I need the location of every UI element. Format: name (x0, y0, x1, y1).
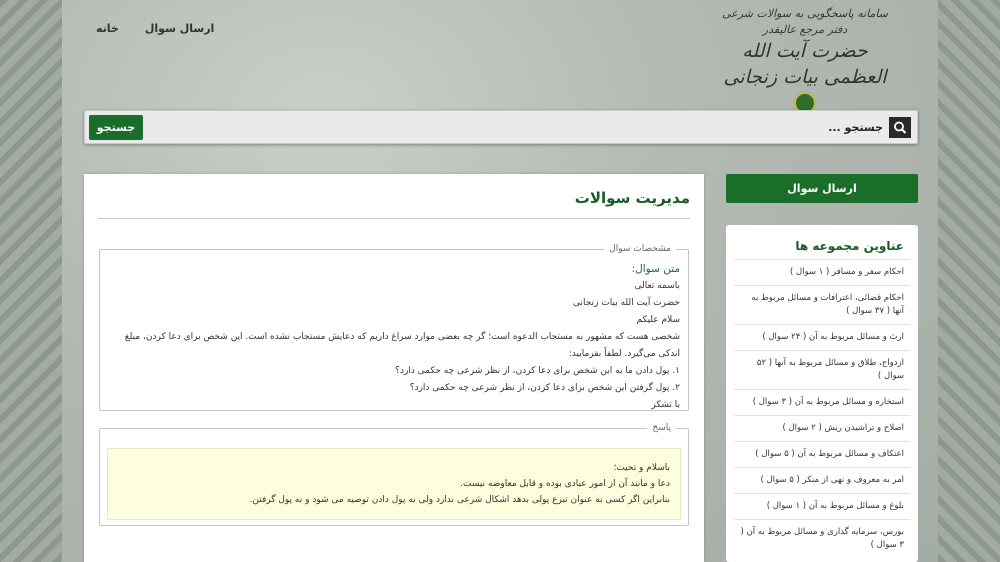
categories-title: عناوین مجموعه ها (795, 239, 904, 253)
site-logo[interactable]: سامانه پاسخگویی به سوالات شرعی دفتر مرجع… (720, 6, 890, 114)
question-line: سلام علیکم (636, 315, 680, 325)
top-nav: خانه ارسال سوال (96, 22, 214, 35)
logo-line-1: سامانه پاسخگویی به سوالات شرعی (721, 7, 889, 20)
background-right (938, 0, 1000, 562)
nav-home-link[interactable]: خانه (96, 22, 119, 35)
category-item[interactable]: ازدواج، طلاق و مسائل مربوط به آنها ( ۵۲ … (734, 350, 910, 389)
category-item[interactable]: اصلاح و تراشیدن ریش ( ۲ سوال ) (734, 415, 910, 441)
answer-box: باسلام و تحیت؛ دعا و مانند آن از امور عب… (107, 448, 681, 520)
search-button[interactable]: جستجو (89, 115, 143, 140)
search-input[interactable] (483, 116, 883, 139)
answer-line: باسلام و تحیت؛ (613, 463, 670, 473)
answer-fieldset: پاسخ باسلام و تحیت؛ دعا و مانند آن از ام… (99, 422, 689, 526)
site-header: خانه ارسال سوال سامانه پاسخگویی به سوالا… (62, 0, 938, 114)
category-item[interactable]: اعتکاف و مسائل مربوط به آن ( ۵ سوال ) (734, 441, 910, 467)
question-line: شخصی هست که مشهور به مستجاب الدعوه است؛ … (124, 332, 680, 359)
category-item[interactable]: استخاره و مسائل مربوط به آن ( ۳ سوال ) (734, 389, 910, 415)
question-line: ۱. پول دادن ما به این شخص برای دعا کردن،… (395, 366, 680, 376)
answer-line: دعا و مانند آن از امور عبادی بوده و قابل… (460, 479, 670, 489)
category-item[interactable]: بلوغ و مسائل مربوط به آن ( ۱ سوال ) (734, 493, 910, 519)
search-icon[interactable] (889, 117, 911, 138)
answer-line: بنابراین اگر کسی به عنوان تبرع پولی بدهد… (249, 495, 670, 505)
question-body: متن سوال: باسمه تعالی حضرت آیت الله بیات… (108, 261, 680, 414)
category-item[interactable]: ارث و مسائل مربوط به آن ( ۲۴ سوال ) (734, 324, 910, 350)
category-item[interactable]: احکام سفر و مسافر ( ۱ سوال ) (734, 259, 910, 285)
background-left (0, 0, 62, 562)
logo-line-2: دفتر مرجع عالیقدر (762, 23, 848, 36)
question-details-fieldset: مشخصات سوال متن سوال: باسمه تعالی حضرت آ… (99, 243, 689, 414)
category-item[interactable]: بورس، سرمایه گذاری و مسائل مربوط به آن (… (734, 519, 910, 558)
ask-question-button[interactable]: ارسال سوال (726, 174, 918, 203)
nav-ask-question-link[interactable]: ارسال سوال (145, 22, 214, 35)
question-management-panel: مدیریت سوالات مشخصات سوال متن سوال: باسم… (84, 174, 704, 562)
question-line: حضرت آیت الله بیات زنجانی (573, 298, 680, 308)
category-item[interactable]: امر به معروف و نهی از منکر ( ۵ سوال ) (734, 467, 910, 493)
answer-legend: پاسخ (647, 422, 676, 434)
question-line: ۲. پول گرفتن این شخص برای دعا کردن، از ن… (409, 383, 680, 393)
question-line: باسمه تعالی (634, 281, 680, 291)
question-line: با تشکر (651, 400, 680, 410)
category-list: احکام سفر و مسافر ( ۱ سوال ) احکام قضائی… (734, 259, 910, 558)
search-bar: جستجو (84, 110, 918, 144)
question-text-label: متن سوال: (631, 263, 680, 275)
question-details-legend: مشخصات سوال (604, 243, 676, 255)
category-item[interactable]: احکام قضائی، اعترافات و مسائل مربوط به آ… (734, 285, 910, 324)
logo-line-3: حضرت آیت الله العظمی بیات زنجانی (723, 40, 887, 88)
categories-panel: عناوین مجموعه ها احکام سفر و مسافر ( ۱ س… (726, 225, 918, 562)
page-title: مدیریت سوالات (574, 189, 690, 207)
title-divider (98, 218, 690, 219)
